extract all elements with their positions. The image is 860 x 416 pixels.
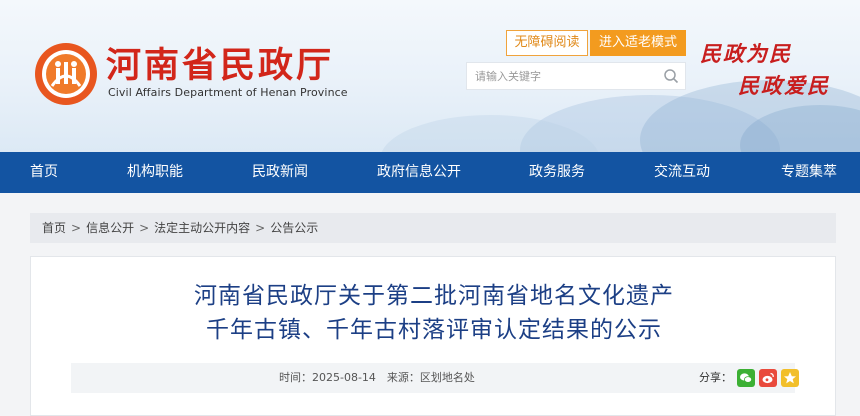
- nav-item-interaction[interactable]: 交流互动: [654, 152, 710, 193]
- elder-mode-button[interactable]: 进入适老模式: [590, 30, 686, 56]
- breadcrumb-home[interactable]: 首页: [42, 221, 66, 235]
- article-card: 河南省民政厅关于第二批河南省地名文化遗产 千年古镇、千年古村落评审认定结果的公示…: [30, 256, 836, 416]
- article-meta-bar: 时间：2025-08-14 来源：区划地名处 分享：: [71, 363, 799, 393]
- article-title-line-2: 千年古镇、千年古村落评审认定结果的公示: [206, 317, 662, 343]
- breadcrumb-statutory-content[interactable]: 法定主动公开内容: [154, 221, 250, 235]
- breadcrumb-separator: >: [255, 221, 266, 235]
- nav-item-home[interactable]: 首页: [30, 152, 58, 193]
- breadcrumb-info-disclosure[interactable]: 信息公开: [86, 221, 134, 235]
- nav-item-organization[interactable]: 机构职能: [127, 152, 183, 193]
- accessibility-reading-button[interactable]: 无障碍阅读: [506, 30, 588, 56]
- share-label: 分享：: [699, 371, 732, 384]
- search-icon[interactable]: [663, 68, 679, 84]
- site-logo-emblem[interactable]: [34, 42, 98, 106]
- nav-item-topics[interactable]: 专题集萃: [781, 152, 837, 193]
- nav-item-government-services[interactable]: 政务服务: [529, 152, 585, 193]
- breadcrumb-announcements[interactable]: 公告公示: [270, 221, 318, 235]
- search-box: [466, 62, 686, 90]
- search-input[interactable]: [467, 63, 657, 89]
- site-header: 河南省民政厅 Civil Affairs Department of Henan…: [0, 0, 860, 152]
- slogan-line-2: 民政爱民: [738, 73, 830, 98]
- nav-item-news[interactable]: 民政新闻: [252, 152, 308, 193]
- qzone-icon[interactable]: [781, 369, 799, 387]
- main-nav: 首页 机构职能 民政新闻 政府信息公开 政务服务 交流互动 专题集萃: [0, 152, 860, 193]
- breadcrumb-separator: >: [71, 221, 82, 235]
- nav-item-info-disclosure[interactable]: 政府信息公开: [377, 152, 461, 193]
- article-title: 河南省民政厅关于第二批河南省地名文化遗产 千年古镇、千年古村落评审认定结果的公示: [31, 279, 837, 347]
- article-title-line-1: 河南省民政厅关于第二批河南省地名文化遗产: [194, 283, 674, 309]
- site-title[interactable]: 河南省民政厅: [106, 46, 334, 86]
- weibo-icon[interactable]: [759, 369, 777, 387]
- breadcrumb: 首页 > 信息公开 > 法定主动公开内容 > 公告公示: [30, 213, 836, 243]
- slogan-line-1: 民政为民: [700, 41, 792, 66]
- breadcrumb-separator: >: [139, 221, 150, 235]
- wechat-icon[interactable]: [737, 369, 755, 387]
- site-subtitle: Civil Affairs Department of Henan Provin…: [108, 86, 348, 99]
- article-meta: 时间：2025-08-14 来源：区划地名处: [279, 371, 475, 384]
